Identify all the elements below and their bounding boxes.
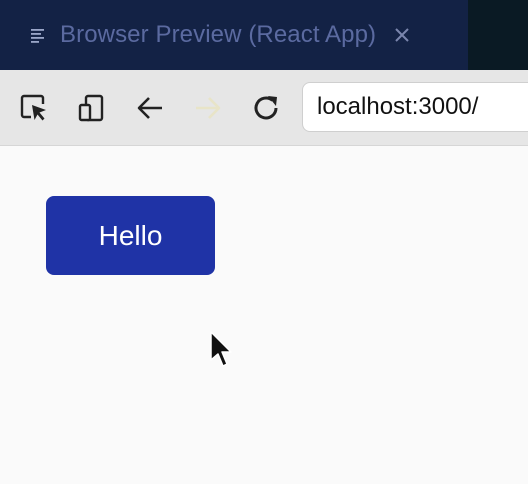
browser-toolbar: localhost:3000/: [0, 70, 528, 146]
tab-bar: Browser Preview (React App): [0, 0, 528, 70]
menu-lines-icon: [30, 26, 48, 44]
url-input[interactable]: localhost:3000/: [302, 82, 528, 132]
close-icon[interactable]: [392, 25, 412, 45]
page-viewport: Hello: [0, 147, 528, 484]
forward-arrow-icon[interactable]: [192, 92, 224, 124]
inspect-pointer-icon[interactable]: [18, 92, 50, 124]
reload-icon[interactable]: [250, 92, 282, 124]
hello-button[interactable]: Hello: [46, 196, 215, 275]
tab-title: Browser Preview (React App): [60, 21, 377, 48]
device-toggle-icon[interactable]: [76, 92, 108, 124]
mouse-cursor-icon: [209, 330, 237, 370]
tab-browser-preview[interactable]: Browser Preview (React App): [0, 0, 468, 70]
back-arrow-icon[interactable]: [134, 92, 166, 124]
tab-bar-empty-area: [468, 0, 528, 70]
